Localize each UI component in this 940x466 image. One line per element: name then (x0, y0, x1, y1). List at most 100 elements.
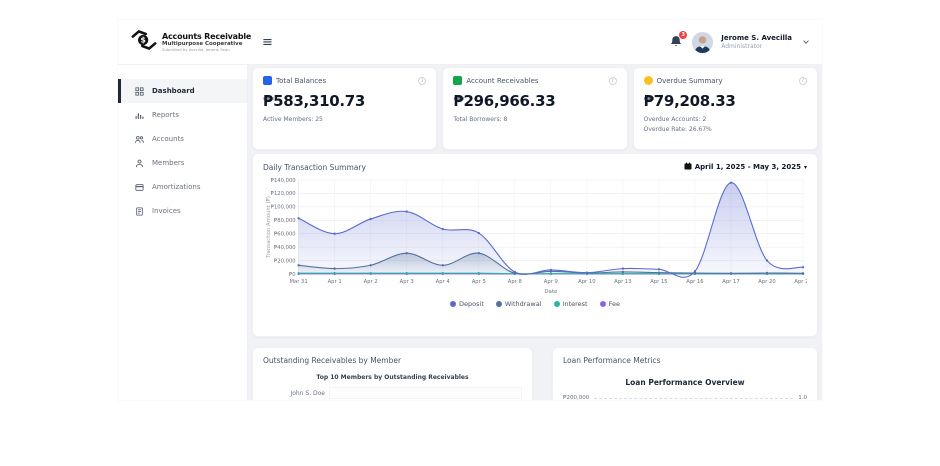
legend-label: Deposit (459, 300, 484, 308)
svg-text:Apr 13: Apr 13 (614, 279, 631, 285)
svg-text:Apr 15: Apr 15 (650, 279, 667, 285)
bar-chart-row: John S. Doe (263, 387, 522, 399)
daily-transaction-summary-card: Daily Transaction Summary April 1, 2025 … (252, 153, 818, 337)
sidebar-item-label: Accounts (152, 135, 184, 143)
svg-text:₱20,000: ₱20,000 (274, 258, 296, 264)
app-window: $ Accounts Receivable Multipurpose Coope… (118, 20, 822, 400)
legend-item-interest[interactable]: Interest (553, 300, 588, 308)
brand-tagline: Submitted by Avecilla, Jerome Sean (162, 46, 230, 52)
info-icon[interactable]: i (798, 76, 807, 85)
svg-text:₱140,000: ₱140,000 (271, 178, 296, 184)
amortizations-icon (135, 183, 144, 191)
bar-chart-title: Top 10 Members by Outstanding Receivable… (316, 374, 469, 381)
sidebar-item-label: Invoices (152, 207, 181, 215)
svg-text:Apr 20: Apr 20 (758, 279, 775, 285)
date-range-label: April 1, 2025 - May 3, 2025 (694, 163, 801, 171)
sidebar-item-label: Amortizations (152, 183, 201, 191)
legend-label: Interest (562, 300, 588, 308)
header-actions: 3 Jerome S. Avecilla Administrator (669, 31, 809, 53)
svg-text:₱0: ₱0 (289, 272, 296, 278)
sidebar-item-invoices[interactable]: Invoices (118, 199, 247, 223)
legend-dot (599, 301, 606, 307)
wallet-icon (263, 76, 272, 85)
stat-card-subtext: Active Members: 25 (263, 116, 323, 123)
bottom-card-title: Loan Performance Metrics (563, 356, 661, 365)
date-range-picker[interactable]: April 1, 2025 - May 3, 2025 ▾ (684, 162, 807, 172)
user-avatar[interactable] (692, 31, 714, 53)
svg-text:Mar 31: Mar 31 (290, 279, 308, 285)
sidebar-item-label: Dashboard (152, 87, 195, 95)
legend-dot (495, 301, 502, 307)
svg-text:Date: Date (544, 289, 558, 295)
hamburger-menu-icon[interactable]: ≡ (262, 36, 273, 49)
stat-card-amount: ₱583,310.73 (263, 92, 366, 110)
svg-text:$: $ (140, 36, 145, 45)
sidebar-item-members[interactable]: Members (118, 151, 247, 175)
accounts-icon (135, 135, 144, 143)
svg-text:₱120,000: ₱120,000 (271, 191, 296, 197)
receivables-icon (453, 76, 463, 85)
bottom-cards-row: Outstanding Receivables by Member Top 10… (252, 347, 818, 400)
brand-text: Accounts Receivable Multipurpose Coopera… (162, 32, 251, 52)
svg-text:Apr 8: Apr 8 (508, 279, 522, 285)
stat-card-subs: Overdue Accounts: 2 Overdue Rate: 26.67% (644, 115, 807, 134)
stat-card-label: Overdue Summary (656, 76, 723, 85)
loan-performance-card: Loan Performance Metrics Loan Performanc… (552, 347, 818, 400)
legend-item-withdrawal[interactable]: Withdrawal (495, 300, 542, 308)
sidebar-item-dashboard[interactable]: Dashboard (118, 79, 247, 103)
loan-left-axis-tick: ₱200,000 (563, 395, 590, 400)
brand-title: Accounts Receivable (162, 32, 252, 42)
stat-card-label: Total Balances (276, 76, 327, 85)
reports-icon (135, 112, 144, 119)
loan-right-axis-tick: 1.0 (798, 395, 807, 400)
bar-chart: John S. Doe (263, 387, 522, 399)
stat-card-subs: Total Borrowers: 8 (453, 115, 616, 125)
invoices-icon (136, 206, 143, 216)
sidebar-item-amortizations[interactable]: Amortizations (118, 175, 247, 199)
bar-plot-area (329, 387, 522, 399)
gridline (594, 397, 794, 399)
svg-text:Apr 17: Apr 17 (722, 279, 739, 285)
sidebar: Dashboard Reports Accounts Members Amortizat… (118, 65, 248, 400)
handshake-coin-logo-icon: $ (130, 28, 158, 56)
bar-category-label: John S. Doe (290, 389, 325, 397)
stat-card-subtext: Overdue Accounts: 2 (643, 116, 707, 123)
main-content: Total Balances i ₱583,310.73 Active Memb… (248, 65, 822, 400)
info-icon[interactable]: i (608, 76, 617, 85)
svg-text:Apr 10: Apr 10 (578, 279, 595, 285)
svg-text:₱60,000: ₱60,000 (274, 231, 296, 237)
svg-text:₱80,000: ₱80,000 (274, 218, 296, 224)
notifications-button[interactable]: 3 (669, 31, 688, 50)
svg-text:Apr 1: Apr 1 (328, 279, 342, 285)
svg-text:Apr 9: Apr 9 (544, 279, 558, 285)
svg-text:Apr 5: Apr 5 (472, 279, 486, 285)
stat-card-subtext: Total Borrowers: 8 (453, 116, 508, 123)
svg-text:Apr 24: Apr 24 (794, 279, 807, 285)
legend-label: Withdrawal (504, 300, 542, 308)
sidebar-item-label: Members (152, 159, 185, 167)
legend-item-deposit[interactable]: Deposit (450, 300, 484, 308)
overdue-summary-card: Overdue Summary i ₱79,208.33 Overdue Acc… (632, 67, 818, 150)
sidebar-item-label: Reports (152, 111, 179, 119)
sidebar-item-reports[interactable]: Reports (118, 103, 247, 127)
chevron-down-icon[interactable] (803, 38, 809, 44)
caret-down-icon: ▾ (803, 163, 807, 171)
dashboard-icon (135, 86, 144, 96)
legend-label: Fee (608, 300, 620, 308)
svg-text:Apr 3: Apr 3 (400, 279, 414, 285)
chart-legend: Deposit Withdrawal Interest Fee (263, 300, 807, 308)
brand-logo: $ Accounts Receivable Multipurpose Coope… (130, 28, 252, 56)
svg-text:Apr 2: Apr 2 (364, 279, 378, 285)
members-icon (136, 159, 143, 167)
top-bar: $ Accounts Receivable Multipurpose Coope… (118, 20, 822, 65)
notification-count-badge: 3 (679, 31, 688, 39)
user-menu[interactable]: Jerome S. Avecilla Administrator (721, 34, 792, 50)
info-icon[interactable]: i (418, 76, 427, 85)
stat-card-amount: ₱79,208.33 (643, 92, 736, 110)
loan-chart-title: Loan Performance Overview (625, 378, 745, 387)
outstanding-receivables-card: Outstanding Receivables by Member Top 10… (252, 347, 533, 400)
legend-item-fee[interactable]: Fee (599, 300, 620, 308)
sidebar-item-accounts[interactable]: Accounts (118, 127, 247, 151)
loan-chart-axis-row: ₱200,000 1.0 (563, 395, 807, 400)
user-name: Jerome S. Avecilla (721, 33, 792, 42)
